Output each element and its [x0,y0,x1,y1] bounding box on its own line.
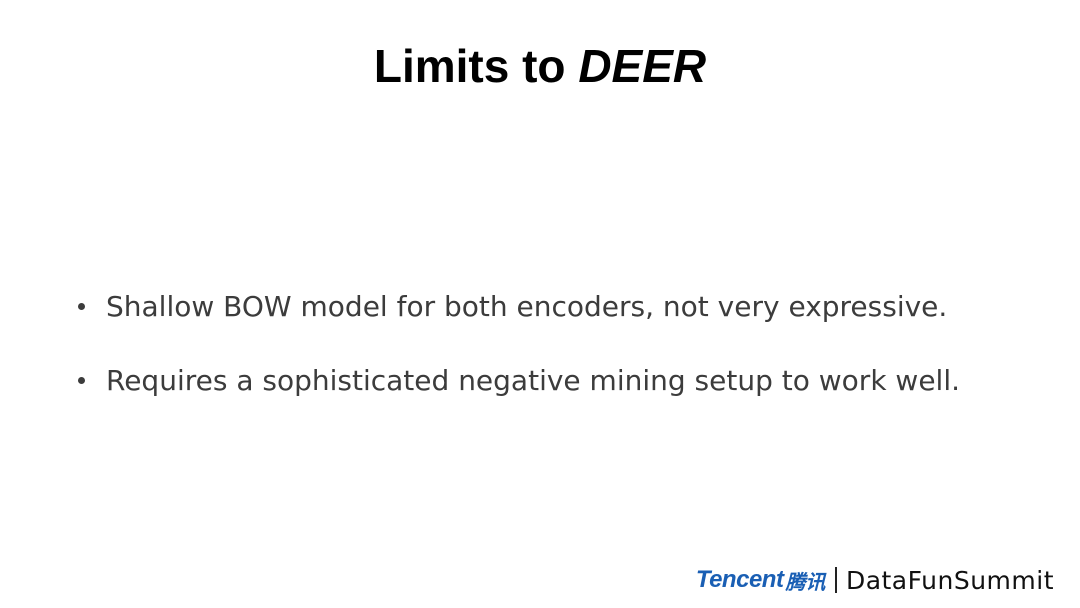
bullet-dot-icon [78,302,85,310]
bullet-item: Shallow BOW model for both encoders, not… [78,284,1038,328]
bullet-dot-icon [78,376,85,384]
tencent-logo-cn: 腾讯 [785,569,826,594]
bullet-list: Shallow BOW model for both encoders, not… [78,284,1038,432]
tencent-logo: Tencent [695,566,784,593]
bullet-text: Requires a sophisticated negative mining… [106,363,961,397]
bullet-text: Shallow BOW model for both encoders, not… [106,289,948,323]
footer-logos: Tencent 腾讯 DataFunSummit [696,564,1054,596]
title-emphasis: DEER [578,40,707,92]
slide: Limits to DEER Shallow BOW model for bot… [0,0,1080,608]
logo-divider [835,567,837,593]
datafunsummit-logo: DataFunSummit [845,565,1054,595]
bullet-item: Requires a sophisticated negative mining… [78,358,1038,402]
slide-title: Limits to DEER [0,36,1080,96]
title-text: Limits to [373,40,579,92]
